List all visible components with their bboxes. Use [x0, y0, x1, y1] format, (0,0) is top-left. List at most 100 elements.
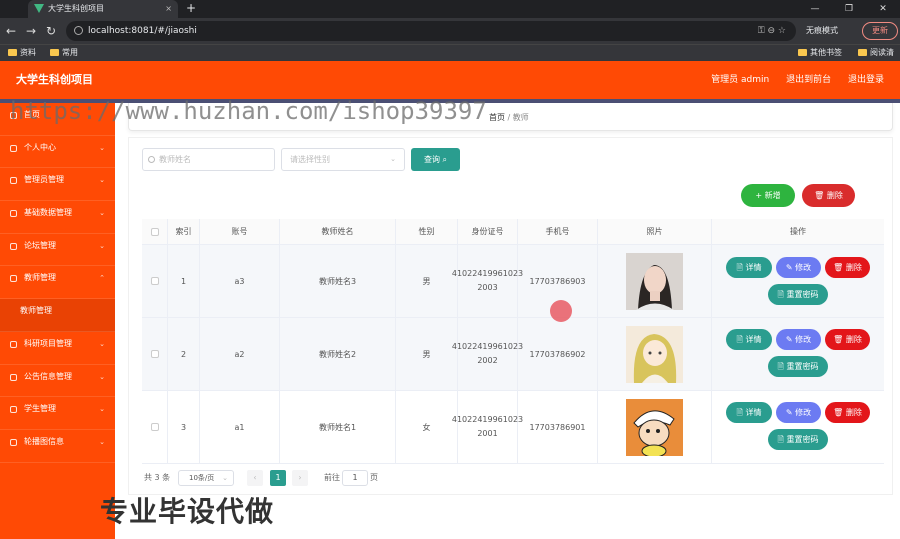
goto-page-input[interactable]: 1: [342, 470, 368, 486]
column-header: 索引: [168, 219, 200, 244]
update-button[interactable]: 更新: [862, 22, 898, 40]
back-to-front-link[interactable]: 退出到前台: [786, 75, 831, 85]
search-placeholder: 教师姓名: [159, 155, 191, 164]
sidebar-subitem-teachers[interactable]: 教师管理: [0, 299, 115, 332]
reset-password-button[interactable]: 🗎 重置密码: [768, 356, 828, 377]
sidebar-item-label: 科研项目管理: [24, 338, 72, 348]
sidebar-item-label: 论坛管理: [24, 240, 56, 250]
next-page-button[interactable]: ›: [292, 470, 308, 486]
column-header: 教师姓名: [280, 219, 396, 244]
sidebar-item-teachers[interactable]: 教师管理 ⌃: [0, 266, 115, 300]
current-page-button[interactable]: 1: [270, 470, 286, 486]
teacher-icon: [10, 275, 17, 283]
cell-account: a2: [200, 318, 280, 390]
chevron-down-icon: ⌄: [99, 339, 105, 348]
page-size-value: 10条/页: [189, 474, 215, 482]
checkbox[interactable]: [150, 350, 159, 358]
back-button[interactable]: ←: [6, 22, 16, 40]
sidebar-item-projects[interactable]: 科研项目管理 ⌄: [0, 332, 115, 365]
detail-button[interactable]: 🗎 详情: [726, 329, 772, 350]
column-header: 账号: [200, 219, 280, 244]
sidebar-item-admins[interactable]: 管理员管理 ⌄: [0, 168, 115, 202]
checkbox[interactable]: [150, 277, 159, 285]
maximize-button[interactable]: ❐: [832, 0, 866, 18]
header-select-all[interactable]: [142, 219, 168, 244]
cell-actions: 🗎 详情 ✎ 修改 🗑 删除 🗎 重置密码: [712, 245, 884, 317]
table-header-row: 索引 账号 教师姓名 性别 身份证号 手机号 照片 操作: [142, 219, 884, 245]
user-icon: [10, 144, 17, 152]
detail-button[interactable]: 🗎 详情: [726, 402, 772, 423]
address-bar[interactable]: localhost:8081/#/jiaoshi ⚿ ⊖ ☆: [66, 21, 796, 41]
browser-tabstrip: 大学生科创项目 × + — ❐ ✕: [0, 0, 900, 18]
sidebar-item-forum[interactable]: 论坛管理 ⌄: [0, 234, 115, 267]
delete-button[interactable]: 🗑 删除: [825, 329, 870, 350]
tab-title: 大学生科创项目: [48, 4, 104, 13]
chevron-down-icon: ⌄: [390, 155, 396, 163]
query-button[interactable]: 查询 ⌕: [411, 148, 460, 171]
address-bar-icons[interactable]: ⚿ ⊖ ☆: [758, 21, 786, 41]
sidebar-item-basic-data[interactable]: 基础数据管理 ⌄: [0, 201, 115, 234]
column-header: 操作: [790, 227, 806, 236]
forward-button[interactable]: →: [26, 22, 36, 40]
gender-select[interactable]: 请选择性别 ⌄: [281, 148, 405, 171]
promo-overlay-text: 专业毕设代做: [100, 495, 275, 528]
window-controls: — ❐ ✕: [798, 0, 900, 18]
reset-password-button[interactable]: 🗎 重置密码: [768, 429, 828, 450]
checkbox[interactable]: [150, 423, 159, 431]
sidebar-item-notices[interactable]: 公告信息管理 ⌄: [0, 365, 115, 398]
teacher-name-search-input[interactable]: 教师姓名: [142, 148, 275, 171]
bookmark-folder[interactable]: 常用: [50, 45, 78, 61]
chevron-down-icon: ⌄: [99, 372, 105, 381]
prev-page-button[interactable]: ‹: [247, 470, 263, 486]
reload-button[interactable]: ↻: [46, 22, 56, 40]
sidebar-item-students[interactable]: 学生管理 ⌄: [0, 397, 115, 430]
sidebar-item-carousel[interactable]: 轮播图信息 ⌄: [0, 430, 115, 463]
search-icon: [148, 156, 155, 163]
row-select[interactable]: [142, 245, 168, 317]
sidebar-item-label: 管理员管理: [24, 175, 64, 185]
minimize-button[interactable]: —: [798, 0, 832, 18]
close-window-button[interactable]: ✕: [866, 0, 900, 18]
sidebar-item-label: 教师管理: [20, 306, 52, 316]
chevron-down-icon: ⌄: [222, 474, 228, 482]
pagination-total: 共 3 条: [144, 473, 171, 482]
page-size-select[interactable]: 10条/页 ⌄: [178, 470, 234, 486]
chevron-down-icon: ⌄: [99, 241, 105, 250]
mouse-cursor-indicator: [550, 300, 572, 322]
browser-tab[interactable]: 大学生科创项目 ×: [28, 0, 178, 18]
sidebar-item-profile[interactable]: 个人中心 ⌄: [0, 136, 115, 169]
table-row: 2 a2 教师姓名2 男 41022419961023 2002 1770378…: [142, 318, 884, 391]
sidebar: 首页 个人中心 ⌄ 管理员管理 ⌄ 基础数据管理 ⌄ 论坛管理 ⌄ 教师管理 ⌃ 教师管理…: [0, 103, 115, 539]
breadcrumb-home[interactable]: 首页: [489, 113, 505, 122]
teacher-photo: [626, 325, 683, 383]
admin-user-label: 管理员 admin: [711, 75, 770, 85]
sidebar-item-label: 基础数据管理: [24, 208, 72, 218]
edit-button[interactable]: ✎ 修改: [776, 329, 821, 350]
edit-button[interactable]: ✎ 修改: [776, 257, 821, 278]
checkbox[interactable]: [150, 227, 159, 236]
delete-button[interactable]: 🗑 删除: [825, 402, 870, 423]
bulk-delete-button[interactable]: 🗑 删除: [802, 184, 855, 207]
column-header: 身份证号: [458, 219, 518, 244]
column-header: 手机号: [518, 219, 598, 244]
bookmark-folder[interactable]: 资料: [8, 45, 36, 61]
breadcrumb: 首页 / 教师: [489, 112, 529, 123]
site-info-icon[interactable]: [74, 26, 83, 35]
delete-button[interactable]: 🗑 删除: [825, 257, 870, 278]
incognito-indicator[interactable]: 无痕模式: [806, 22, 838, 40]
new-tab-button[interactable]: +: [186, 0, 196, 16]
cell-id-card: 41022419961023 2003: [452, 245, 523, 317]
tab-close-icon[interactable]: ×: [165, 0, 172, 18]
bookmark-folder[interactable]: 其他书签: [798, 45, 842, 61]
edit-button[interactable]: ✎ 修改: [776, 402, 821, 423]
row-select[interactable]: [142, 391, 168, 463]
page-suffix: 页: [370, 473, 378, 482]
detail-button[interactable]: 🗎 详情: [726, 257, 772, 278]
add-button[interactable]: + 新增: [741, 184, 795, 207]
reset-password-button[interactable]: 🗎 重置密码: [768, 284, 828, 305]
chevron-down-icon: ⌄: [99, 405, 105, 414]
project-icon: [10, 340, 17, 348]
logout-link[interactable]: 退出登录: [848, 75, 884, 85]
cell-actions: 🗎 详情 ✎ 修改 🗑 删除 🗎 重置密码: [712, 318, 884, 390]
row-select[interactable]: [142, 318, 168, 390]
